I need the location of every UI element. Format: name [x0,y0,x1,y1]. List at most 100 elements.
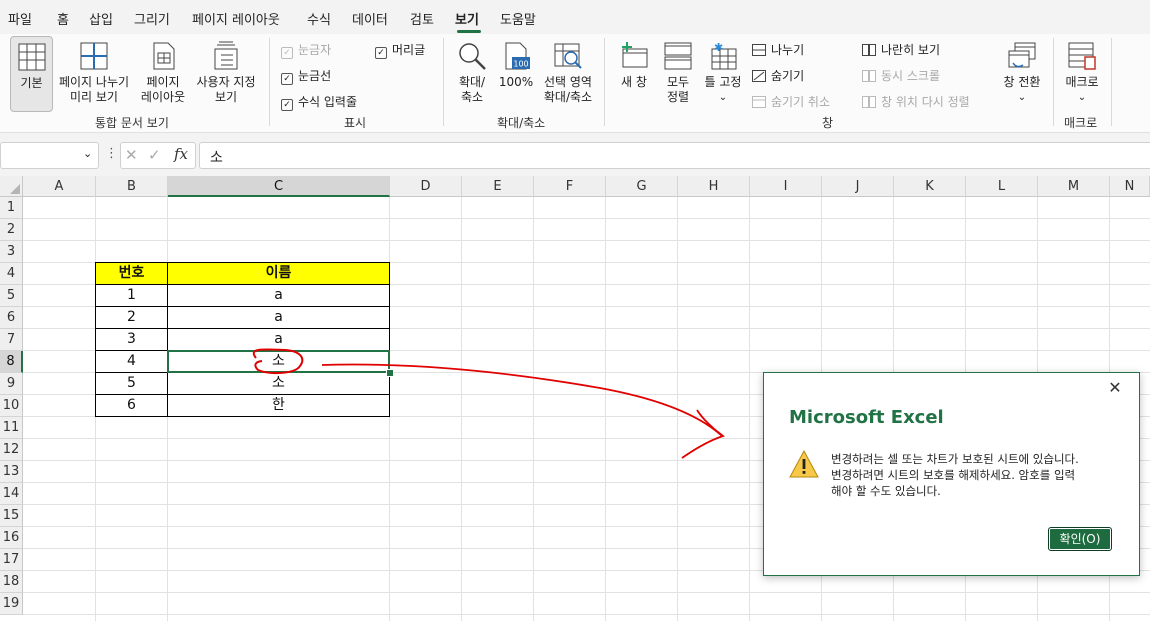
tab-draw[interactable]: 그리기 [134,9,170,28]
unhide-icon [752,96,766,108]
formula-content: 소 [210,150,223,166]
chevron-down-icon[interactable]: ⌄ [83,147,92,160]
chevron-down-icon: ⌄ [718,92,728,103]
ruler-label: 눈금자 [298,43,332,57]
group-separator [604,38,605,126]
view-side-by-side-button[interactable]: 나란히 보기 [862,41,940,58]
tab-insert[interactable]: 삽입 [89,9,113,28]
switch-windows-button[interactable]: 창 전환 ⌄ [998,36,1046,105]
chevron-down-icon: ⌄ [1017,92,1027,103]
split-button[interactable]: 나누기 [752,41,804,58]
formula-input[interactable]: 소 [199,142,1150,169]
freeze-panes-icon: ✱ [711,41,737,70]
gridlines-label: 눈금선 [298,69,332,83]
zoom-selection-label-2: 확대/축소 [543,90,593,104]
zoom-to-selection-button[interactable]: 선택 영역 확대/축소 [538,36,598,105]
normal-view-label: 기본 [20,76,43,90]
dialog-message: 변경하려는 셀 또는 차트가 보호된 시트에 있습니다. 변경하려면 시트의 보… [831,451,1079,499]
split-label: 나누기 [771,43,805,57]
magnifier-icon [459,43,486,70]
side-by-side-label: 나란히 보기 [881,43,941,57]
tab-data[interactable]: 데이터 [352,9,388,28]
tab-review[interactable]: 검토 [410,9,434,28]
page-layout-view-button[interactable]: 페이지 레이아웃 [138,36,188,105]
zoom-100-icon: 100 [505,42,530,70]
checkmark-icon: ✓ [281,73,293,85]
tab-formulas[interactable]: 수식 [307,9,331,28]
custom-views-button[interactable]: 사용자 지정 보기 [192,36,260,105]
unhide-label: 숨기기 취소 [771,95,831,109]
sync-scroll-label: 동시 스크롤 [881,69,941,83]
name-box[interactable]: ⌄ [0,142,99,169]
zoom-selection-label-1: 선택 영역 [544,75,592,89]
page-layout-label-1: 페이지 [146,75,180,89]
dialog-message-line: 해야 할 수도 있습니다. [831,484,941,498]
split-icon [752,44,766,56]
page-layout-label-2: 레이아웃 [140,90,186,104]
zoom-100-button[interactable]: 100 100% [497,36,535,90]
checkmark-icon: ✓ [281,99,293,111]
tab-help[interactable]: 도움말 [500,9,536,28]
zoom-button[interactable]: 확대/ 축소 [452,36,492,105]
normal-view-button[interactable]: 기본 [10,36,53,112]
headings-label: 머리글 [392,43,426,57]
reset-window-position-button[interactable]: 창 위치 다시 정렬 [862,93,970,110]
dialog-title: Microsoft Excel [789,407,944,428]
synchronous-scrolling-button[interactable]: 동시 스크롤 [862,67,940,84]
zoom-group-label: 확대/축소 [497,116,546,130]
arrange-all-button[interactable]: 모두 정렬 [659,36,697,105]
hide-label: 숨기기 [771,69,805,83]
formula-buttons: ✕ ✓ fx [120,142,196,169]
tab-file[interactable]: 파일 [8,9,32,28]
tab-view[interactable]: 보기 [455,9,479,28]
zoom-100-icon-text: 100 [513,60,528,69]
new-window-button[interactable]: 새 창 [614,36,654,90]
formula-bar-checkbox[interactable]: ✓ 수식 입력줄 [281,93,357,111]
more-options-icon[interactable]: ⋮ [105,146,118,161]
zoom-label-1: 확대/ [458,75,486,89]
menu-bar: 파일 홈 삽입 그리기 페이지 레이아웃 수식 데이터 검토 보기 도움말 [0,0,1150,34]
group-separator [269,38,270,126]
tab-page-layout[interactable]: 페이지 레이아웃 [192,9,280,28]
formula-bar: ⌄ ⋮ ✕ ✓ fx 소 [0,141,1150,169]
page-break-label-2: 미리 보기 [70,90,118,104]
chevron-down-icon: ⌄ [1077,92,1087,103]
ok-button[interactable]: 확인(O) [1048,527,1112,551]
custom-views-label-2: 보기 [214,90,238,104]
page-break-preview-button[interactable]: 페이지 나누기 미리 보기 [55,36,133,105]
switch-windows-label: 창 전환 [1003,75,1041,89]
close-icon[interactable]: ✕ [1106,379,1124,397]
macros-button[interactable]: 매크로 ⌄ [1060,36,1104,105]
warning-icon [789,450,819,478]
freeze-panes-button[interactable]: ✱ 틀 고정 ⌄ [701,36,745,105]
normal-view-icon [18,43,45,71]
dialog-message-line: 변경하려는 셀 또는 차트가 보호된 시트에 있습니다. [831,452,1079,466]
ruler-checkbox[interactable]: ✓ 눈금자 [281,41,331,59]
hide-icon [752,70,766,82]
arrange-label-1: 모두 [666,75,690,89]
active-tab-indicator [457,30,481,33]
formula-bar-label: 수식 입력줄 [298,95,358,109]
page-layout-icon [153,42,175,70]
zoom-100-label: 100% [498,75,534,89]
macros-group-label: 매크로 [1064,116,1098,130]
headings-checkbox[interactable]: ✓ 머리글 [375,41,425,59]
new-window-icon [622,42,648,68]
zoom-selection-icon [554,43,582,69]
gridlines-checkbox[interactable]: ✓ 눈금선 [281,67,331,85]
arrange-label-2: 정렬 [666,90,690,104]
sync-scroll-icon [862,70,876,82]
window-group-label: 창 [822,116,834,130]
enter-icon[interactable]: ✓ [148,146,161,164]
custom-views-label-1: 사용자 지정 [196,75,256,89]
custom-views-icon [214,41,238,70]
tab-home[interactable]: 홈 [57,9,69,28]
cancel-icon[interactable]: ✕ [125,146,138,164]
reset-position-label: 창 위치 다시 정렬 [881,95,970,109]
show-group-label: 표시 [344,116,367,130]
checkmark-icon: ✓ [375,47,387,59]
reset-position-icon [862,96,876,108]
unhide-button[interactable]: 숨기기 취소 [752,93,830,110]
hide-button[interactable]: 숨기기 [752,67,804,84]
insert-function-icon[interactable]: fx [174,145,188,163]
